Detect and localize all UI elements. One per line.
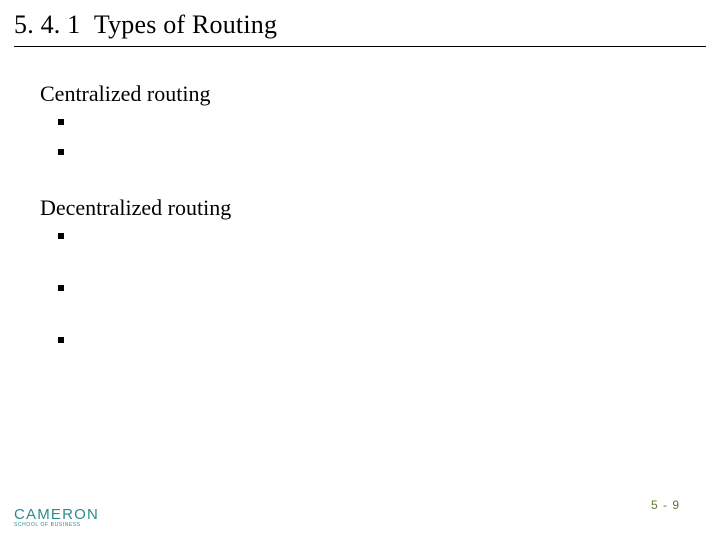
footer-logo: CAMERON School of Business (14, 507, 99, 528)
list-item (76, 111, 680, 137)
title-text: Types of Routing (94, 10, 277, 39)
block-heading-1: Decentralized routing (40, 195, 680, 221)
block-heading-0: Centralized routing (40, 81, 680, 107)
logo-main: CAMERON (14, 507, 99, 522)
slide: 5. 4. 1 Types of Routing Centralized rou… (0, 0, 720, 540)
logo-sub: School of Business (14, 523, 99, 528)
list-item (76, 225, 680, 273)
bullet-list-0 (40, 111, 680, 167)
body: Centralized routing Decentralized routin… (0, 47, 720, 377)
slide-title: 5. 4. 1 Types of Routing (14, 10, 710, 40)
title-bar: 5. 4. 1 Types of Routing (0, 0, 720, 46)
list-item (76, 277, 680, 325)
section-number: 5. 4. 1 (14, 10, 80, 39)
page-number: 5 - 9 (651, 498, 680, 512)
bullet-list-1 (40, 225, 680, 377)
list-item (76, 141, 680, 167)
list-item (76, 329, 680, 377)
